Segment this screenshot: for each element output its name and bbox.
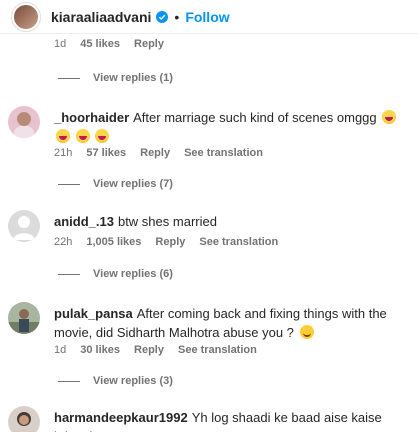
comment-text: anidd_.13 btw shes married xyxy=(54,212,404,231)
comment-age: 21h xyxy=(54,147,73,159)
smiling-emoji-icon xyxy=(299,325,314,339)
like-count[interactable]: 30 likes xyxy=(80,344,120,356)
laughing-emoji-icon xyxy=(95,129,110,143)
commenter-avatar[interactable] xyxy=(8,210,40,242)
verified-badge-icon xyxy=(156,10,169,23)
commenter-username[interactable]: harmandeepkaur1992 xyxy=(54,410,188,425)
view-replies-button[interactable]: View replies (3) xyxy=(58,375,173,387)
view-replies-button[interactable]: View replies (7) xyxy=(58,178,173,190)
commenter-avatar[interactable] xyxy=(8,406,40,432)
commenter-username[interactable]: _hoorhaider xyxy=(54,110,129,125)
like-count[interactable]: 57 likes xyxy=(86,147,126,159)
view-replies-line xyxy=(58,273,80,275)
comment-text: _hoorhaider After marriage such kind of s… xyxy=(54,108,404,146)
post-header: kiaraaliaadvani • Follow xyxy=(0,0,418,34)
top-comment-meta: 1d 45 likes Reply xyxy=(54,38,178,50)
comment-text: harmandeepkaur1992 Yh log shaadi ke baad … xyxy=(54,408,404,432)
comment-age: 1d xyxy=(54,344,67,356)
comment-text: pulak_pansa After coming back and fixing … xyxy=(54,304,404,342)
view-replies-button[interactable]: View replies (1) xyxy=(58,72,173,84)
reply-button[interactable]: Reply xyxy=(140,147,170,159)
follow-button[interactable]: Follow xyxy=(185,9,229,25)
commenter-username[interactable]: pulak_pansa xyxy=(54,306,133,321)
laughing-emoji-icon xyxy=(75,129,90,143)
view-replies-line xyxy=(58,183,80,185)
comment-body: btw shes married xyxy=(117,214,217,229)
commenter-avatar[interactable] xyxy=(8,106,40,138)
view-replies-button[interactable]: View replies (6) xyxy=(58,268,173,280)
comment-age: 1d xyxy=(54,38,67,50)
commenter-username[interactable]: anidd_.13 xyxy=(54,214,114,229)
reply-button[interactable]: Reply xyxy=(134,344,164,356)
laughing-emoji-icon xyxy=(56,129,70,143)
like-count[interactable]: 45 likes xyxy=(80,38,120,50)
header-separator: • xyxy=(174,8,180,25)
view-replies-line xyxy=(58,77,80,79)
comment-item: harmandeepkaur1992 Yh log shaadi ke baad … xyxy=(8,406,412,432)
see-translation-button[interactable]: See translation xyxy=(199,236,278,248)
view-replies-line xyxy=(58,380,80,382)
see-translation-button[interactable]: See translation xyxy=(178,344,257,356)
comment-body: After marriage such kind of scenes omggg xyxy=(133,110,377,125)
view-replies-label[interactable]: View replies (6) xyxy=(93,268,173,280)
laughing-emoji-icon xyxy=(382,110,397,124)
comment-meta: 22h 1,005 likes Reply See translation xyxy=(54,236,292,248)
comment-meta: 21h 57 likes Reply See translation xyxy=(54,147,277,159)
view-replies-label[interactable]: View replies (1) xyxy=(93,72,173,84)
header-username[interactable]: kiaraaliaadvani xyxy=(51,9,151,25)
view-replies-label[interactable]: View replies (7) xyxy=(93,178,173,190)
comment-meta: 1d 30 likes Reply See translation xyxy=(54,344,271,356)
commenter-avatar[interactable] xyxy=(8,302,40,334)
comment-age: 22h xyxy=(54,236,73,248)
view-replies-label[interactable]: View replies (3) xyxy=(93,375,173,387)
header-avatar[interactable] xyxy=(12,2,40,31)
reply-button[interactable]: Reply xyxy=(134,38,164,50)
see-translation-button[interactable]: See translation xyxy=(184,147,263,159)
like-count[interactable]: 1,005 likes xyxy=(86,236,141,248)
reply-button[interactable]: Reply xyxy=(155,236,185,248)
